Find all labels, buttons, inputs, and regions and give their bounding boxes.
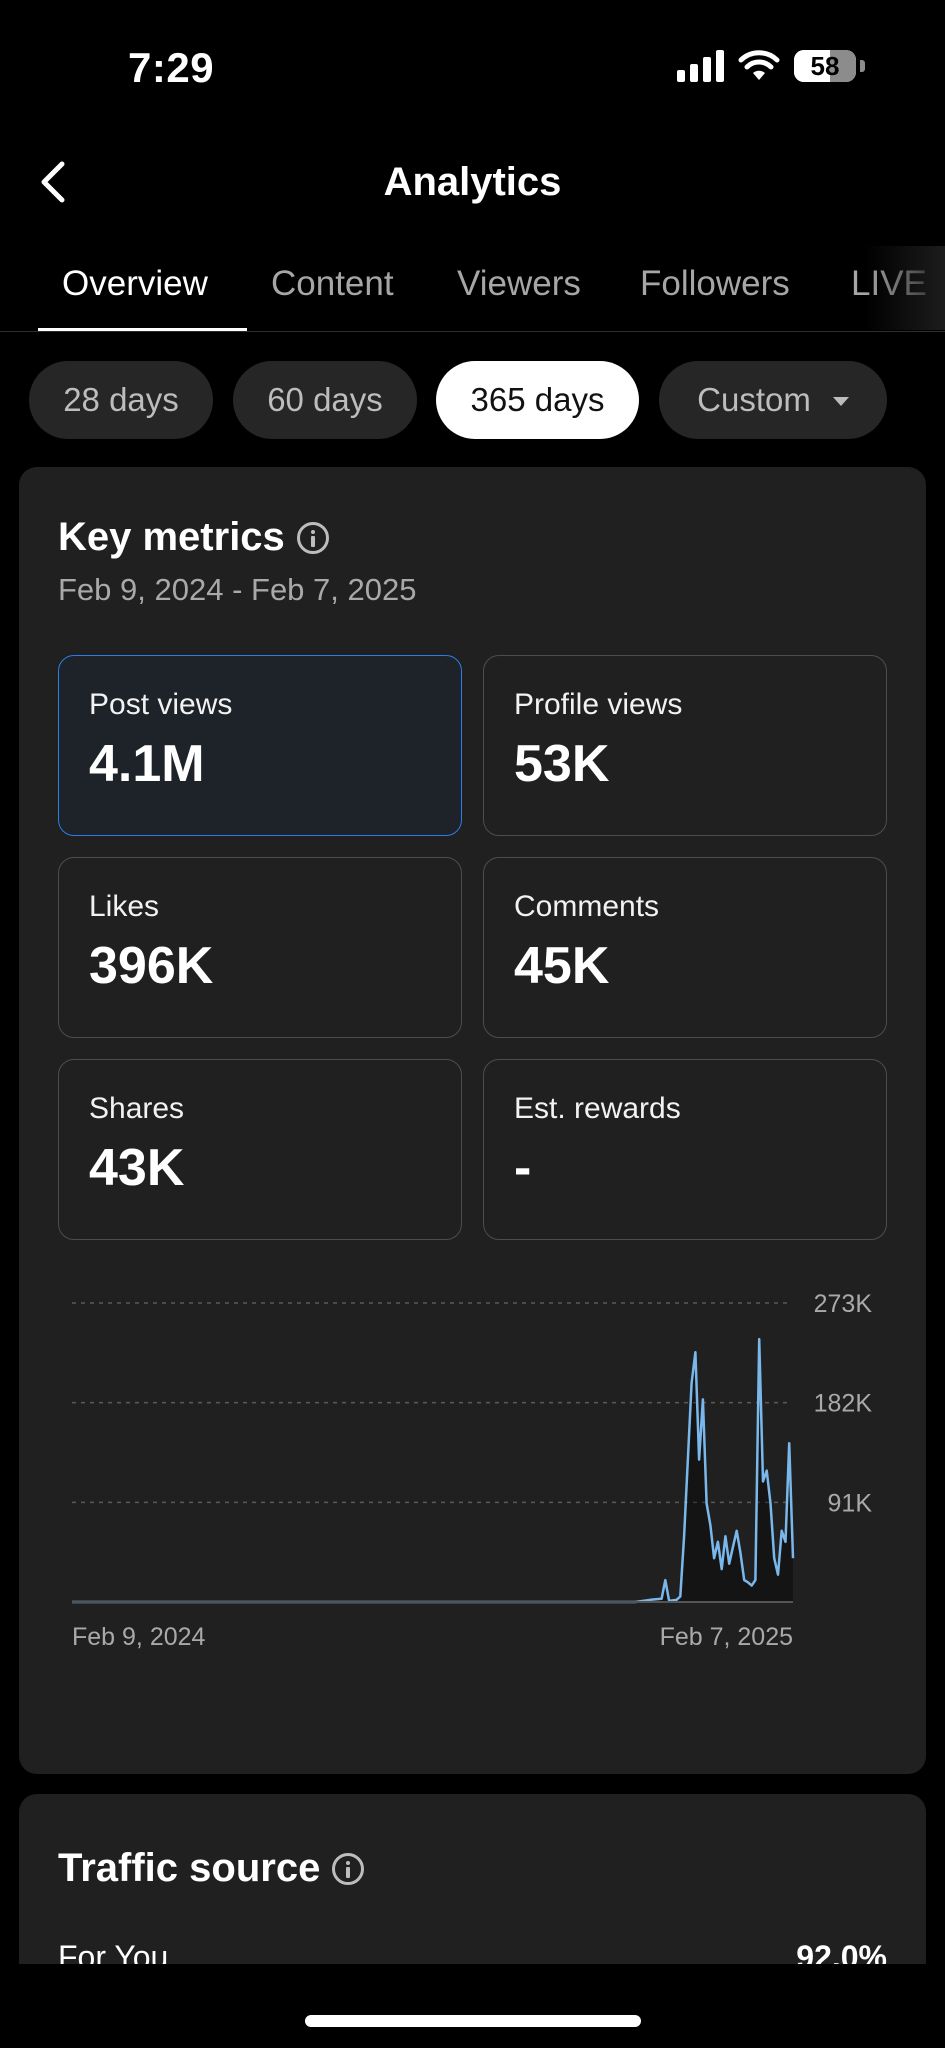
period-label: 28 days <box>63 381 179 418</box>
battery-icon: 58 <box>794 50 856 82</box>
nav-header: Analytics <box>0 140 945 224</box>
metric-value: 396K <box>89 937 214 995</box>
tab-followers[interactable]: Followers <box>640 264 790 304</box>
analytics-tabs: Overview Content Viewers Followers LIVE <box>0 246 945 332</box>
x-axis-start-label: Feb 9, 2024 <box>72 1623 206 1651</box>
period-60-days[interactable]: 60 days <box>233 361 417 439</box>
metric-value: 4.1M <box>89 735 205 793</box>
metric-label: Comments <box>514 890 660 923</box>
chart-area <box>72 1339 793 1602</box>
wifi-icon <box>738 50 780 80</box>
info-icon[interactable] <box>296 521 329 554</box>
metric-value: 43K <box>89 1139 185 1197</box>
battery-level: 58 <box>810 50 840 81</box>
traffic-source-title: Traffic source <box>58 1846 365 1891</box>
info-icon[interactable] <box>332 1852 365 1885</box>
period-label: 365 days <box>470 381 605 418</box>
battery-nub <box>860 60 865 72</box>
metric-label: Post views <box>89 688 233 721</box>
tab-overview[interactable]: Overview <box>62 264 208 304</box>
metric-shares[interactable]: Shares 43K <box>58 1059 462 1240</box>
status-bar: 7:29 58 <box>0 0 945 140</box>
status-icons: 58 <box>677 50 865 82</box>
y-tick-label: 182K <box>814 1390 873 1418</box>
period-365-days[interactable]: 365 days <box>436 361 639 439</box>
tab-content[interactable]: Content <box>271 264 394 304</box>
period-label: Custom <box>697 381 811 418</box>
key-metrics-heading: Key metrics <box>58 515 285 559</box>
home-indicator <box>305 2015 641 2027</box>
period-28-days[interactable]: 28 days <box>29 361 213 439</box>
status-time: 7:29 <box>128 44 215 91</box>
post-views-chart[interactable]: 273K 182K 91K Feb 9, 2024 Feb 7, 2025 <box>19 1267 926 1727</box>
metric-post-views[interactable]: Post views 4.1M <box>58 655 462 836</box>
key-metrics-title: Key metrics <box>58 515 329 560</box>
period-custom[interactable]: Custom <box>659 361 887 439</box>
y-tick-label: 91K <box>828 1489 873 1517</box>
metric-est-rewards[interactable]: Est. rewards - <box>483 1059 887 1240</box>
page-title: Analytics <box>383 160 562 204</box>
tab-viewers[interactable]: Viewers <box>457 264 581 304</box>
metric-label: Profile views <box>514 688 683 721</box>
metric-label: Shares <box>89 1092 185 1125</box>
metric-value: - <box>514 1139 532 1197</box>
metric-profile-views[interactable]: Profile views 53K <box>483 655 887 836</box>
cellular-signal-icon <box>677 50 724 82</box>
y-tick-label: 273K <box>814 1290 873 1318</box>
metric-label: Est. rewards <box>514 1092 681 1125</box>
tabs-fade <box>865 246 945 330</box>
caret-down-icon <box>832 396 849 406</box>
metric-value: 45K <box>514 937 610 995</box>
metric-likes[interactable]: Likes 396K <box>58 857 462 1038</box>
period-label: 60 days <box>267 381 383 418</box>
traffic-source-heading: Traffic source <box>58 1846 321 1890</box>
metric-comments[interactable]: Comments 45K <box>483 857 887 1038</box>
key-metrics-card: Key metrics Feb 9, 2024 - Feb 7, 2025 Po… <box>19 467 926 1774</box>
active-tab-indicator <box>38 328 247 331</box>
metric-value: 53K <box>514 735 610 793</box>
bottom-safe-area <box>0 1964 945 2048</box>
date-range: Feb 9, 2024 - Feb 7, 2025 <box>58 572 417 607</box>
x-axis-end-label: Feb 7, 2025 <box>660 1623 793 1651</box>
metric-label: Likes <box>89 890 160 923</box>
